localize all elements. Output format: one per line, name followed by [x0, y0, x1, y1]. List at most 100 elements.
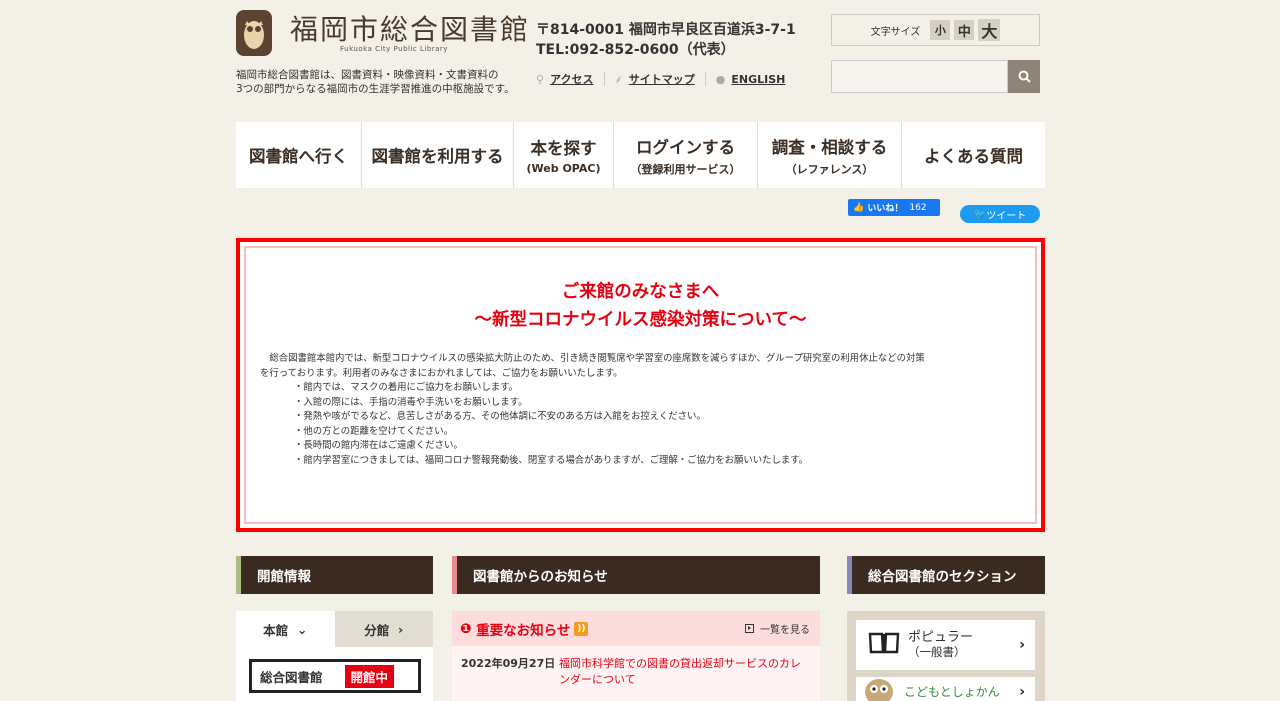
description-line-1: 福岡市総合図書館は、図書資料・映像資料・文書資料の: [236, 69, 499, 81]
chevron-right-icon: ›: [1019, 684, 1025, 700]
section-popular-link[interactable]: ポピュラー （一般書） ›: [856, 620, 1035, 670]
section-name: ポピュラー: [908, 630, 974, 645]
nav-search-books[interactable]: 本を探す (Web OPAC): [514, 122, 614, 188]
site-subtitle: Fukuoka City Public Library: [340, 45, 448, 53]
chevron-right-icon: ›: [1019, 637, 1025, 653]
nav-reference[interactable]: 調査・相談する （レファレンス）: [758, 122, 902, 188]
nav-go-to-library[interactable]: 図書館へ行く: [236, 122, 362, 188]
chevron-right-icon: ›: [398, 621, 404, 637]
font-size-large-button[interactable]: 大: [978, 19, 1001, 41]
news-header: 図書館からのお知らせ: [452, 556, 820, 594]
nav-label: 本を探す: [530, 139, 597, 158]
map-pin-icon: ⚲: [536, 72, 545, 86]
news-date: 2022年09月27日: [461, 657, 556, 670]
section-label: ポピュラー （一般書）: [908, 630, 973, 660]
nav-use-library[interactable]: 図書館を利用する: [362, 122, 514, 188]
nav-login[interactable]: ログインする （登録利用サービス）: [614, 122, 758, 188]
nav-faq[interactable]: よくある質問: [902, 122, 1045, 188]
search-icon: [1018, 70, 1031, 83]
chevron-down-icon: ⌄: [296, 621, 308, 637]
facebook-like-button[interactable]: 👍 いいね！ 162: [848, 199, 940, 216]
section-title: 総合図書館のセクション: [852, 556, 1045, 594]
header-links: ⚲ アクセス ⸙ サイトマップ ● ENGLISH: [536, 71, 785, 87]
notice-title: ご来館のみなさまへ: [561, 282, 720, 302]
notice-paragraph: を行っております。利用者のみなさまにおかれましては、ご協力をお願いいたします。: [260, 367, 623, 379]
notice-bullet: ・発熱や咳がでるなど、息苦しさがある方、その他体調に不安のある方は入館をお控えく…: [294, 411, 706, 422]
status-badge: 開館中: [344, 664, 395, 688]
contact-info: 〒814-0001 福岡市早良区百道浜3-7-1 TEL:092-852-060…: [536, 20, 796, 60]
font-size-label: 文字サイズ: [870, 26, 921, 38]
thumbs-up-icon: 👍: [853, 202, 865, 213]
news-heading-label: 重要なお知らせ: [476, 623, 571, 639]
nav-sublabel: （レファレンス）: [785, 162, 874, 176]
tab-branch-library[interactable]: 分館 ›: [334, 611, 433, 647]
notice-paragraph: 総合図書館本館内では、新型コロナウイルスの感染拡大防止のため、引き続き閲覧席や学…: [260, 353, 925, 364]
owl-mascot-icon: [862, 675, 896, 701]
section-kids-link[interactable]: こどもとしょかん ›: [856, 677, 1035, 701]
tweet-button[interactable]: 🐦 ツイート: [960, 205, 1040, 223]
nav-label: ログインする: [636, 137, 735, 157]
news-more-label: 一覧を見る: [760, 625, 810, 636]
like-label: いいね！: [867, 204, 904, 214]
tweet-label: ツイート: [986, 210, 1027, 222]
search-button[interactable]: [1008, 60, 1040, 93]
notice-body: 総合図書館本館内では、新型コロナウイルスの感染拡大防止のため、引き続き閲覧席や学…: [260, 352, 1025, 468]
owl-logo-icon[interactable]: [236, 10, 272, 56]
section-sub: （一般書）: [908, 645, 966, 659]
section-title: 図書館からのお知らせ: [457, 556, 820, 594]
library-name: 総合図書館: [260, 669, 323, 685]
description-line-2: 3つの部門からなる福岡市の生涯学習推進の中枢施設です。: [236, 83, 515, 95]
book-icon: [868, 631, 900, 659]
section-name: こどもとしょかん: [904, 684, 1000, 699]
notice-subtitle: ～新型コロナウイルス感染対策について～: [474, 310, 807, 330]
notice-bullet-list: ・館内では、マスクの着用にご協力をお願いします。 ・入館の際には、手指の消毒や手…: [260, 381, 1025, 468]
library-sections-panel: ポピュラー （一般書） › こどもとしょかん ›: [847, 611, 1045, 701]
divider: [704, 72, 706, 86]
rss-icon[interactable]: )): [574, 622, 589, 636]
notice-bullet: ・他の方との距離を空けてください。: [294, 425, 454, 437]
like-count: 162: [909, 202, 927, 213]
section-title: 開館情報: [241, 556, 433, 594]
library-status: 総合図書館 開館中: [249, 659, 421, 693]
news-list: 2022年09月27日 福岡市科学館での図書の貸出返却サービスのカレンダーについ…: [452, 646, 820, 701]
global-nav: 図書館へ行く 図書館を利用する 本を探す (Web OPAC) ログインする （…: [236, 122, 1045, 188]
play-box-icon: [745, 624, 754, 633]
nav-label: 調査・相談する: [771, 137, 888, 157]
font-size-control: 文字サイズ 小 中 大: [831, 14, 1040, 46]
tab-label: 分館: [364, 622, 390, 638]
opening-status-panel: 総合図書館 開館中: [236, 647, 433, 701]
nav-sublabel: (Web OPAC): [526, 162, 601, 175]
site-description: 福岡市総合図書館は、図書資料・映像資料・文書資料の 3つの部門からなる福岡市の生…: [236, 68, 536, 96]
notice-bullet: ・長時間の館内滞在はご遠慮ください。: [294, 440, 463, 451]
site-title[interactable]: 福岡市総合図書館: [290, 8, 530, 48]
globe-icon: ●: [715, 72, 726, 86]
tab-main-library[interactable]: 本館 ⌄: [236, 611, 335, 647]
english-link[interactable]: ENGLISH: [731, 73, 785, 86]
news-more-link[interactable]: 一覧を見る: [745, 621, 810, 636]
notice-bullet: ・館内学習室につきましては、福岡コロナ警報発動後、閉室する場合がありますが、ご理…: [294, 454, 809, 466]
nav-label: 図書館を利用する: [371, 147, 504, 166]
notice-bullet: ・入館の際には、手指の消毒や手洗いをお願いします。: [294, 396, 528, 408]
list-item: 2022年09月27日 福岡市科学館での図書の貸出返却サービスのカレンダーについ…: [461, 656, 809, 688]
important-news-heading: ❶ 重要なお知らせ )): [460, 619, 589, 639]
tel-text: TEL:092-852-0600（代表）: [536, 42, 735, 58]
notice-inner-frame: ご来館のみなさまへ ～新型コロナウイルス感染対策について～ 総合図書館本館内では…: [244, 246, 1037, 524]
notice-bullet: ・館内では、マスクの着用にご協力をお願いします。: [294, 382, 518, 393]
access-link[interactable]: アクセス: [550, 71, 593, 87]
font-size-medium-button[interactable]: 中: [954, 20, 975, 40]
alert-icon: ❶: [460, 621, 472, 637]
nav-label: よくある質問: [924, 147, 1023, 166]
twitter-bird-icon: 🐦: [973, 208, 987, 220]
nav-label: 図書館へ行く: [249, 147, 348, 166]
covid-notice: ご来館のみなさまへ ～新型コロナウイルス感染対策について～ 総合図書館本館内では…: [236, 238, 1045, 532]
sitemap-link[interactable]: サイトマップ: [629, 71, 695, 87]
nav-sublabel: （登録利用サービス）: [630, 162, 741, 176]
font-size-small-button[interactable]: 小: [930, 20, 951, 40]
tab-label: 本館: [263, 622, 289, 638]
opening-info-header: 開館情報: [236, 556, 433, 594]
news-link[interactable]: 福岡市科学館での図書の貸出返却サービスのカレンダーについて: [559, 656, 809, 688]
divider: [603, 72, 605, 86]
library-sections-header: 総合図書館のセクション: [847, 556, 1045, 594]
search-input[interactable]: [831, 60, 1008, 93]
news-panel: ❶ 重要なお知らせ )) 一覧を見る 2022年09月27日 福岡市科学館での図…: [452, 611, 820, 701]
